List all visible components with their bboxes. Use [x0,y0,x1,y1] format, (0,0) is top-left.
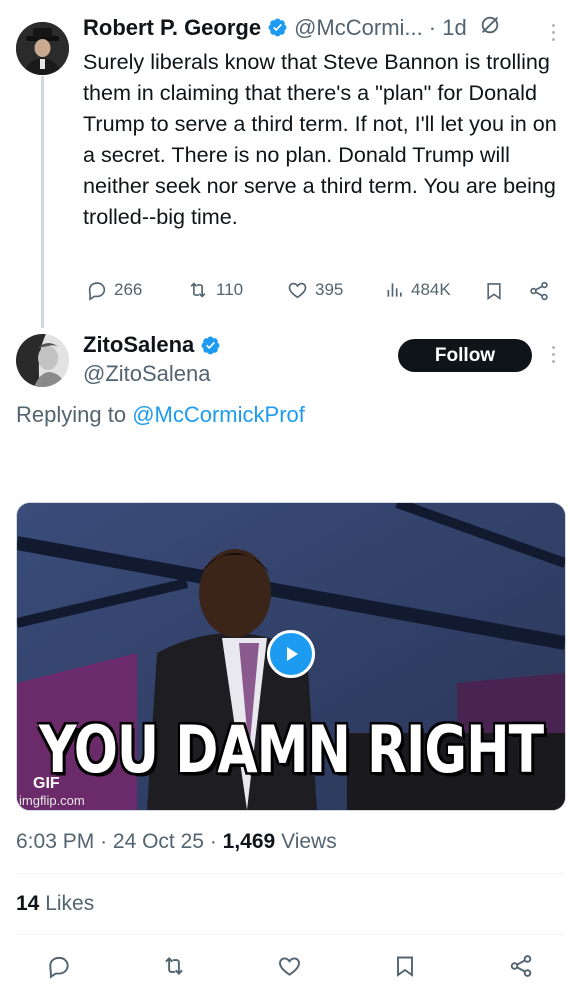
follow-button[interactable]: Follow [398,339,532,372]
parent-tweet-header: Robert P. George @McCormi... · 1d [83,14,501,41]
share-action-bottom[interactable] [508,953,534,984]
thread-connector-line [41,76,44,328]
gif-media[interactable]: YOU DAMN RIGHT GIF imgflip.com [16,502,566,811]
verified-badge-icon [267,17,288,38]
like-action[interactable]: 395 [286,279,343,301]
likes-summary[interactable]: 14 Likes [16,892,94,916]
meta-separator: · [100,830,108,853]
reply-author-avatar[interactable] [16,334,69,387]
parent-tweet-time[interactable]: · 1d [429,15,467,41]
reply-more-options-icon[interactable] [552,346,555,363]
share-icon [510,955,532,977]
reply-views-count: 1,469 [222,830,276,853]
gif-watermark: imgflip.com [19,793,85,808]
avatar-image [16,334,69,387]
heart-icon [279,957,300,976]
gif-badge: GIF [33,775,60,792]
reply-action[interactable]: 266 [86,279,142,301]
views-count: 484K [411,280,451,299]
bookmark-icon [397,956,413,977]
bookmark-action-bottom[interactable] [393,953,417,984]
share-icon[interactable] [528,280,550,307]
gif-caption: YOU DAMN RIGHT [38,713,544,788]
reply-count: 266 [114,280,143,299]
divider [16,873,564,874]
reply-icon [49,956,69,979]
reply-action-bottom[interactable] [46,953,72,984]
reply-meta-line: 6:03 PM · 24 Oct 25 · 1,469 Views [16,830,337,854]
like-action-bottom[interactable] [276,953,303,984]
replying-to-link[interactable]: @McCormickProf [132,402,305,427]
play-button-icon[interactable] [267,630,315,678]
likes-count: 14 [16,892,40,915]
parent-tweet-text: Surely liberals know that Steve Bannon i… [83,49,557,229]
replying-to-prefix: Replying to [16,402,127,427]
reply-author-name[interactable]: ZitoSalena [83,332,194,358]
reply-views-label: Views [281,830,337,853]
parent-author-name[interactable]: Robert P. George [83,15,261,41]
parent-more-options-icon[interactable] [552,24,555,41]
repost-count: 110 [216,280,244,299]
like-count: 395 [315,280,344,299]
replying-to-line: Replying to @McCormickProf [16,402,305,428]
repost-icon [190,282,206,298]
bookmark-icon[interactable] [484,280,504,307]
repost-action-bottom[interactable] [160,953,188,984]
views-action[interactable]: 484K [385,279,451,301]
verified-badge-icon [200,335,221,356]
meta-separator: · [209,830,217,853]
reply-time[interactable]: 6:03 PM [16,830,94,853]
reply-icon [88,282,106,301]
divider [16,934,564,935]
reply-tweet-header: ZitoSalena [83,332,221,358]
parent-author-avatar[interactable] [16,22,69,75]
repost-icon [165,957,183,975]
views-chart-icon [387,283,402,297]
repost-action[interactable]: 110 [186,279,243,301]
parent-author-handle[interactable]: @McCormi... [294,15,423,41]
grok-slash-icon[interactable] [479,14,501,41]
heart-icon [288,282,307,299]
likes-label: Likes [45,892,95,915]
avatar-image [16,22,69,75]
reply-date[interactable]: 24 Oct 25 [113,830,204,853]
reply-author-handle[interactable]: @ZitoSalena [83,361,211,387]
